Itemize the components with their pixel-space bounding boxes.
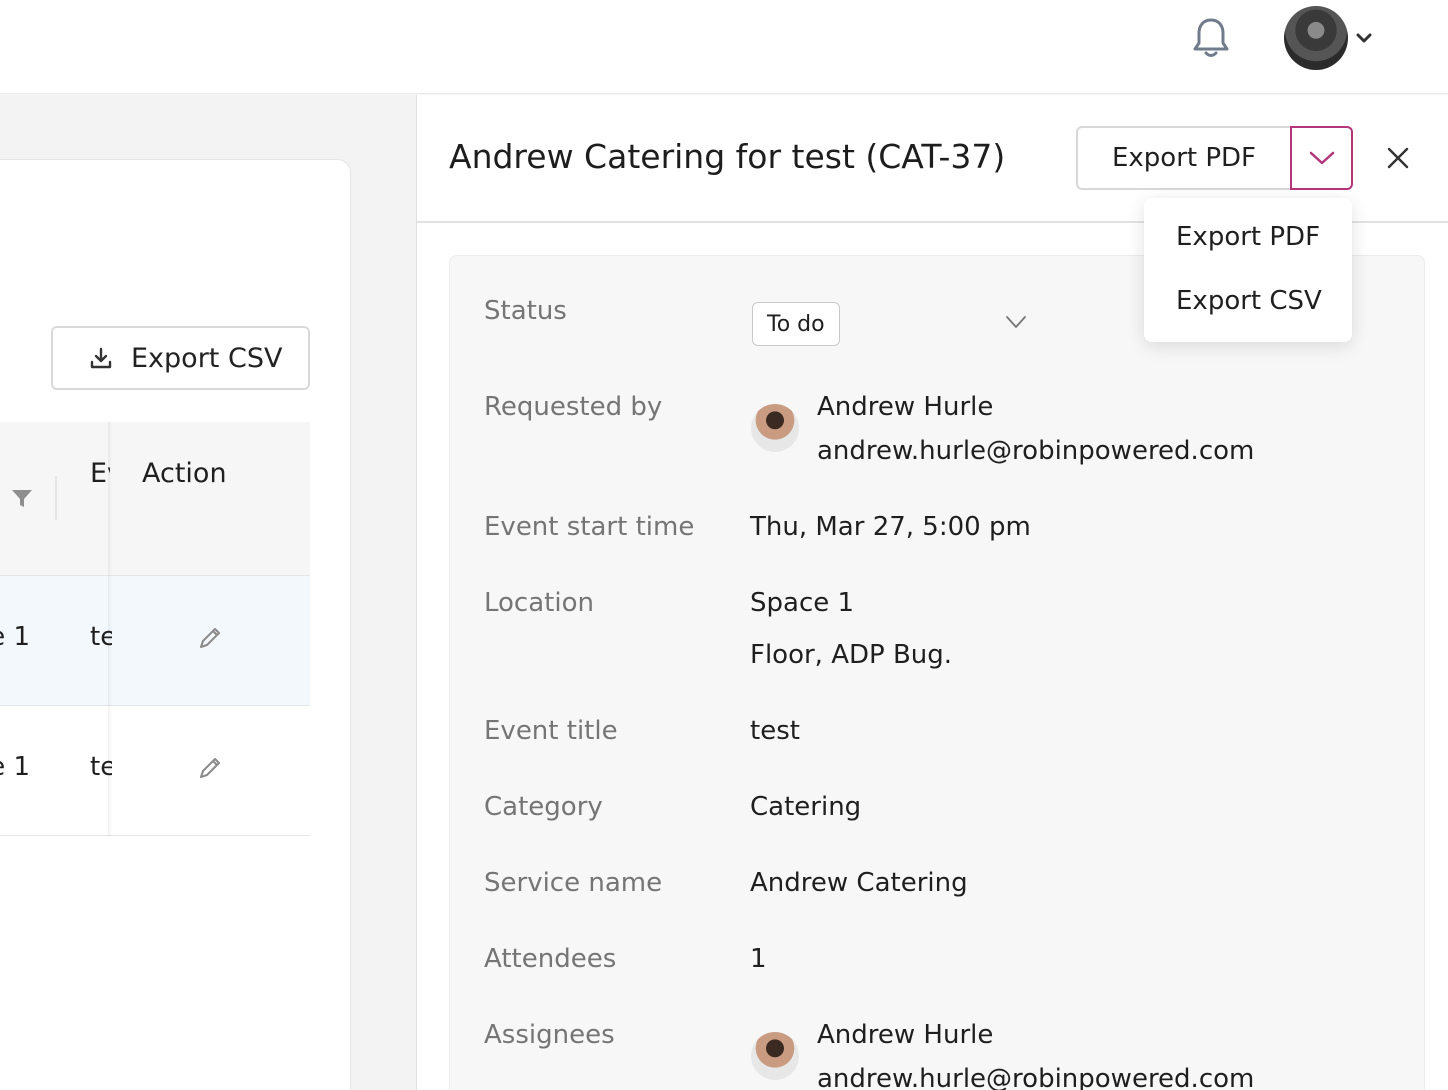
export-dropdown-menu: Export PDF Export CSV [1144,198,1352,342]
menu-item-export-csv[interactable]: Export CSV [1176,286,1322,316]
export-split-button: Export PDF [1076,126,1353,190]
chevron-down-icon[interactable] [1004,310,1028,334]
chevron-down-icon[interactable] [1354,28,1374,48]
table-row[interactable]: Space 1 test [0,576,310,706]
event-title-value: test [750,716,800,746]
sticky-column-shadow [108,422,112,836]
location-line2: Floor, ADP Bug. [750,640,953,670]
table-row[interactable]: Space 1 test [0,706,310,836]
edit-pencil-icon[interactable] [196,754,224,782]
table-header [0,422,310,576]
export-csv-label: Export CSV [131,342,283,374]
edit-pencil-icon[interactable] [196,624,224,652]
requester-name: Andrew Hurle [817,392,994,422]
location-label: Location [484,588,594,618]
service-name-label: Service name [484,868,663,898]
user-avatar[interactable] [1284,6,1348,70]
panel-title: Andrew Catering for test (CAT-37) [449,137,1006,176]
cell-space: Space 1 [0,752,30,782]
assignee-email: andrew.hurle@robinpowered.com [817,1064,1255,1090]
download-icon [90,347,112,369]
column-header-event[interactable]: Ev [90,458,110,489]
status-select[interactable]: To do [752,302,840,346]
event-start-label: Event start time [484,512,695,542]
cell-space: Space 1 [0,622,30,652]
category-label: Category [484,792,603,822]
requester-email: andrew.hurle@robinpowered.com [817,436,1255,466]
export-pdf-button[interactable]: Export PDF [1076,126,1290,190]
close-icon[interactable] [1383,143,1413,173]
chevron-down-icon [1309,151,1334,165]
event-start-value: Thu, Mar 27, 5:00 pm [750,512,1031,542]
column-divider [55,476,57,520]
service-name-value: Andrew Catering [750,868,968,898]
attendees-value: 1 [750,944,767,974]
assignees-label: Assignees [484,1020,615,1050]
export-dropdown-toggle[interactable] [1290,126,1353,190]
assignee-name: Andrew Hurle [817,1020,994,1050]
top-bar [0,0,1448,94]
export-csv-button[interactable]: Export CSV [51,326,310,390]
requested-by-label: Requested by [484,392,663,422]
column-header-action: Action [142,458,227,489]
location-line1: Space 1 [750,588,855,618]
assignee-avatar [751,1032,799,1080]
filter-icon[interactable] [10,486,34,510]
details-card: Status To do Requested by Andrew Hurle a… [449,255,1425,1090]
menu-item-export-pdf[interactable]: Export PDF [1176,222,1320,252]
event-title-label: Event title [484,716,618,746]
bell-icon[interactable] [1190,16,1232,60]
attendees-label: Attendees [484,944,617,974]
status-label: Status [484,296,567,326]
requester-avatar [751,404,799,452]
category-value: Catering [750,792,862,822]
